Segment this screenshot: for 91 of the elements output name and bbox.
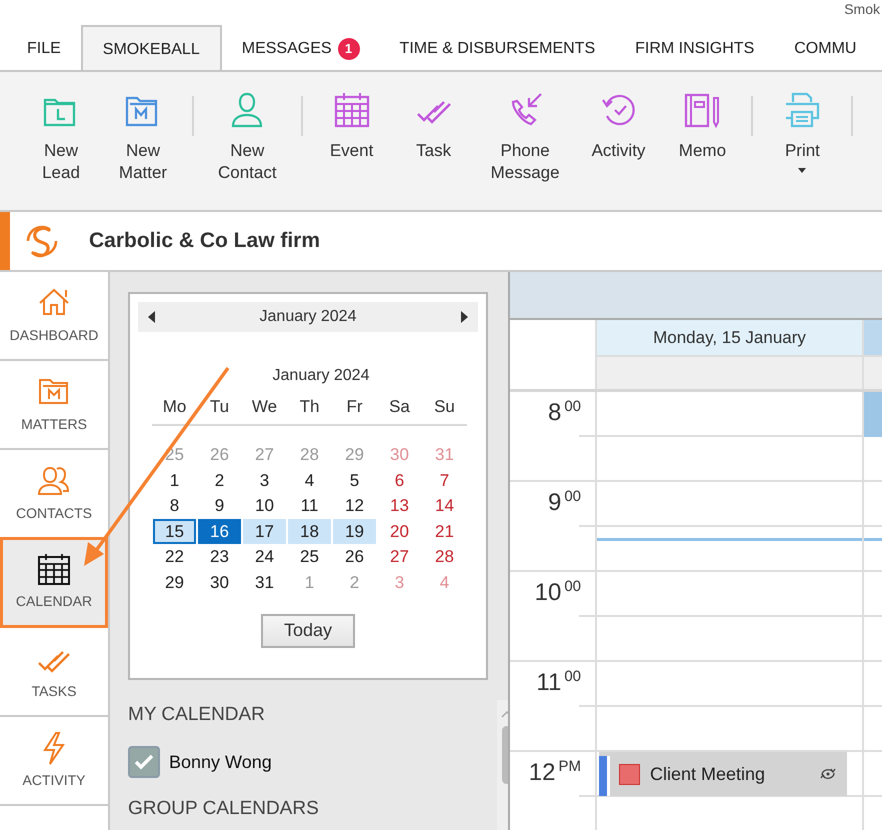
window-title: Smok [844,1,880,19]
ribbon-button[interactable]: Event [310,90,393,162]
calendar-day[interactable]: 8 [153,493,196,518]
calendar-day[interactable]: 22 [153,544,196,569]
hour-label: 8$^{00}$ [548,398,581,428]
time-slot[interactable] [597,482,864,570]
ribbon-tab[interactable]: FILE [7,25,81,70]
month-header: January 2024 [260,308,356,326]
calendar-day[interactable]: 12 [333,493,376,518]
day-header[interactable] [864,320,882,357]
previous-month-button[interactable] [148,311,156,323]
nav-item[interactable]: DASHBOARD [0,272,108,361]
ribbon-button[interactable]: Phone Message [474,90,576,184]
weekday-label: Tu [208,396,230,418]
all-day-row[interactable] [864,357,882,389]
calendar-day[interactable]: 23 [198,544,241,569]
calendar-day[interactable]: 26 [333,544,376,569]
next-month-button[interactable] [460,311,468,323]
calendar-name: Bonny Wong [169,752,272,772]
ribbon-tab[interactable]: TIME & DISBURSEMENTS [380,25,616,70]
nav-item[interactable]: CALENDAR [0,537,108,628]
calendar-day[interactable]: 28 [423,544,466,569]
calendar-day[interactable]: 24 [243,544,286,569]
time-slot[interactable] [597,392,864,480]
calendar-day[interactable]: 16 [198,518,241,544]
calendar-day[interactable]: 6 [378,468,421,492]
nav-item[interactable]: TASKS [0,628,108,717]
calendar-day[interactable]: 3 [243,468,286,492]
ribbon-button[interactable]: Memo [661,90,744,162]
hour-label: 11$^{00}$ [536,668,581,698]
time-slot[interactable] [597,572,864,660]
all-day-row[interactable] [597,357,862,389]
section-heading: MY CALENDAR [128,704,266,726]
calendar-day[interactable]: 4 [288,468,331,492]
calendar-day[interactable]: 1 [153,468,196,492]
weekday-label: We [250,396,278,418]
nav-item[interactable]: MATTERS [0,361,108,450]
calendar-day[interactable]: 29 [153,570,196,594]
calendar-day[interactable]: 18 [288,518,331,544]
hour-label: 12$^{PM}$ [528,758,581,788]
checkmark-icon [134,754,154,770]
calendar-day[interactable]: 2 [198,468,241,492]
weekday-label: Su [433,396,456,418]
count-badge: 1 [338,38,360,60]
today-button[interactable]: Today [261,614,355,648]
calendar-day[interactable]: 15 [153,518,196,544]
hour-label: 9$^{00}$ [548,488,581,518]
calendar-day[interactable]: 13 [378,493,421,518]
ribbon-tab[interactable]: FIRM INSIGHTS [615,25,774,70]
time-slot[interactable]: Client Meeting [597,752,864,830]
calendar-day[interactable]: 27 [378,544,421,569]
calendar-day[interactable]: 19 [333,518,376,544]
calendar-day[interactable]: 25 [288,544,331,569]
accent-strip [0,212,10,270]
nav-item[interactable]: ACTIVITY [0,717,108,806]
ribbon-button[interactable]: Task [392,90,475,162]
ribbon-button[interactable]: New Contact [202,90,293,184]
weekday-label: Fr [345,396,364,418]
calendar-day[interactable]: 17 [243,518,286,544]
calendar-day[interactable]: 11 [288,493,331,518]
appointment-block[interactable] [864,392,882,437]
logo-icon [25,224,59,258]
hour-label: 10$^{00}$ [534,578,581,608]
calendar-day[interactable]: 31 [243,570,286,594]
month-title: January 2024 [272,367,370,385]
ribbon-tab[interactable]: MESSAGES 1 [222,25,380,70]
calendar-day[interactable]: 10 [243,493,286,518]
calendar-day[interactable]: 21 [423,518,466,544]
checkbox[interactable] [128,746,160,778]
calendar-day[interactable]: 5 [333,468,376,492]
weekday-label: Th [298,396,320,418]
calendar-day[interactable]: 14 [423,493,466,518]
ribbon-tab[interactable]: SMOKEBALL [80,25,222,70]
calendar-day[interactable]: 9 [198,493,241,518]
calendar-day[interactable]: 20 [378,518,421,544]
calendar-icon [36,551,72,587]
firm-name: Carbolic & Co Law firm [89,229,320,253]
weekday-label: Mo [162,396,188,418]
ribbon-button[interactable]: New Lead [20,90,102,184]
ribbon-button[interactable]: Print [761,90,844,173]
current-time-line [864,538,882,541]
time-slot[interactable] [597,662,864,750]
day-header[interactable]: Monday, 15 January [597,320,862,357]
ribbon-button[interactable]: Activity [576,90,662,162]
weekday-label: Sa [388,396,411,418]
calendar-event[interactable]: Client Meeting [599,752,847,796]
ribbon-button[interactable]: New Matter [102,90,184,184]
ribbon-tab[interactable]: COMMU [774,25,876,70]
calendar-day[interactable]: 7 [423,468,466,492]
section-heading: GROUP CALENDARS [128,798,319,820]
calendar-day[interactable]: 30 [198,570,241,594]
